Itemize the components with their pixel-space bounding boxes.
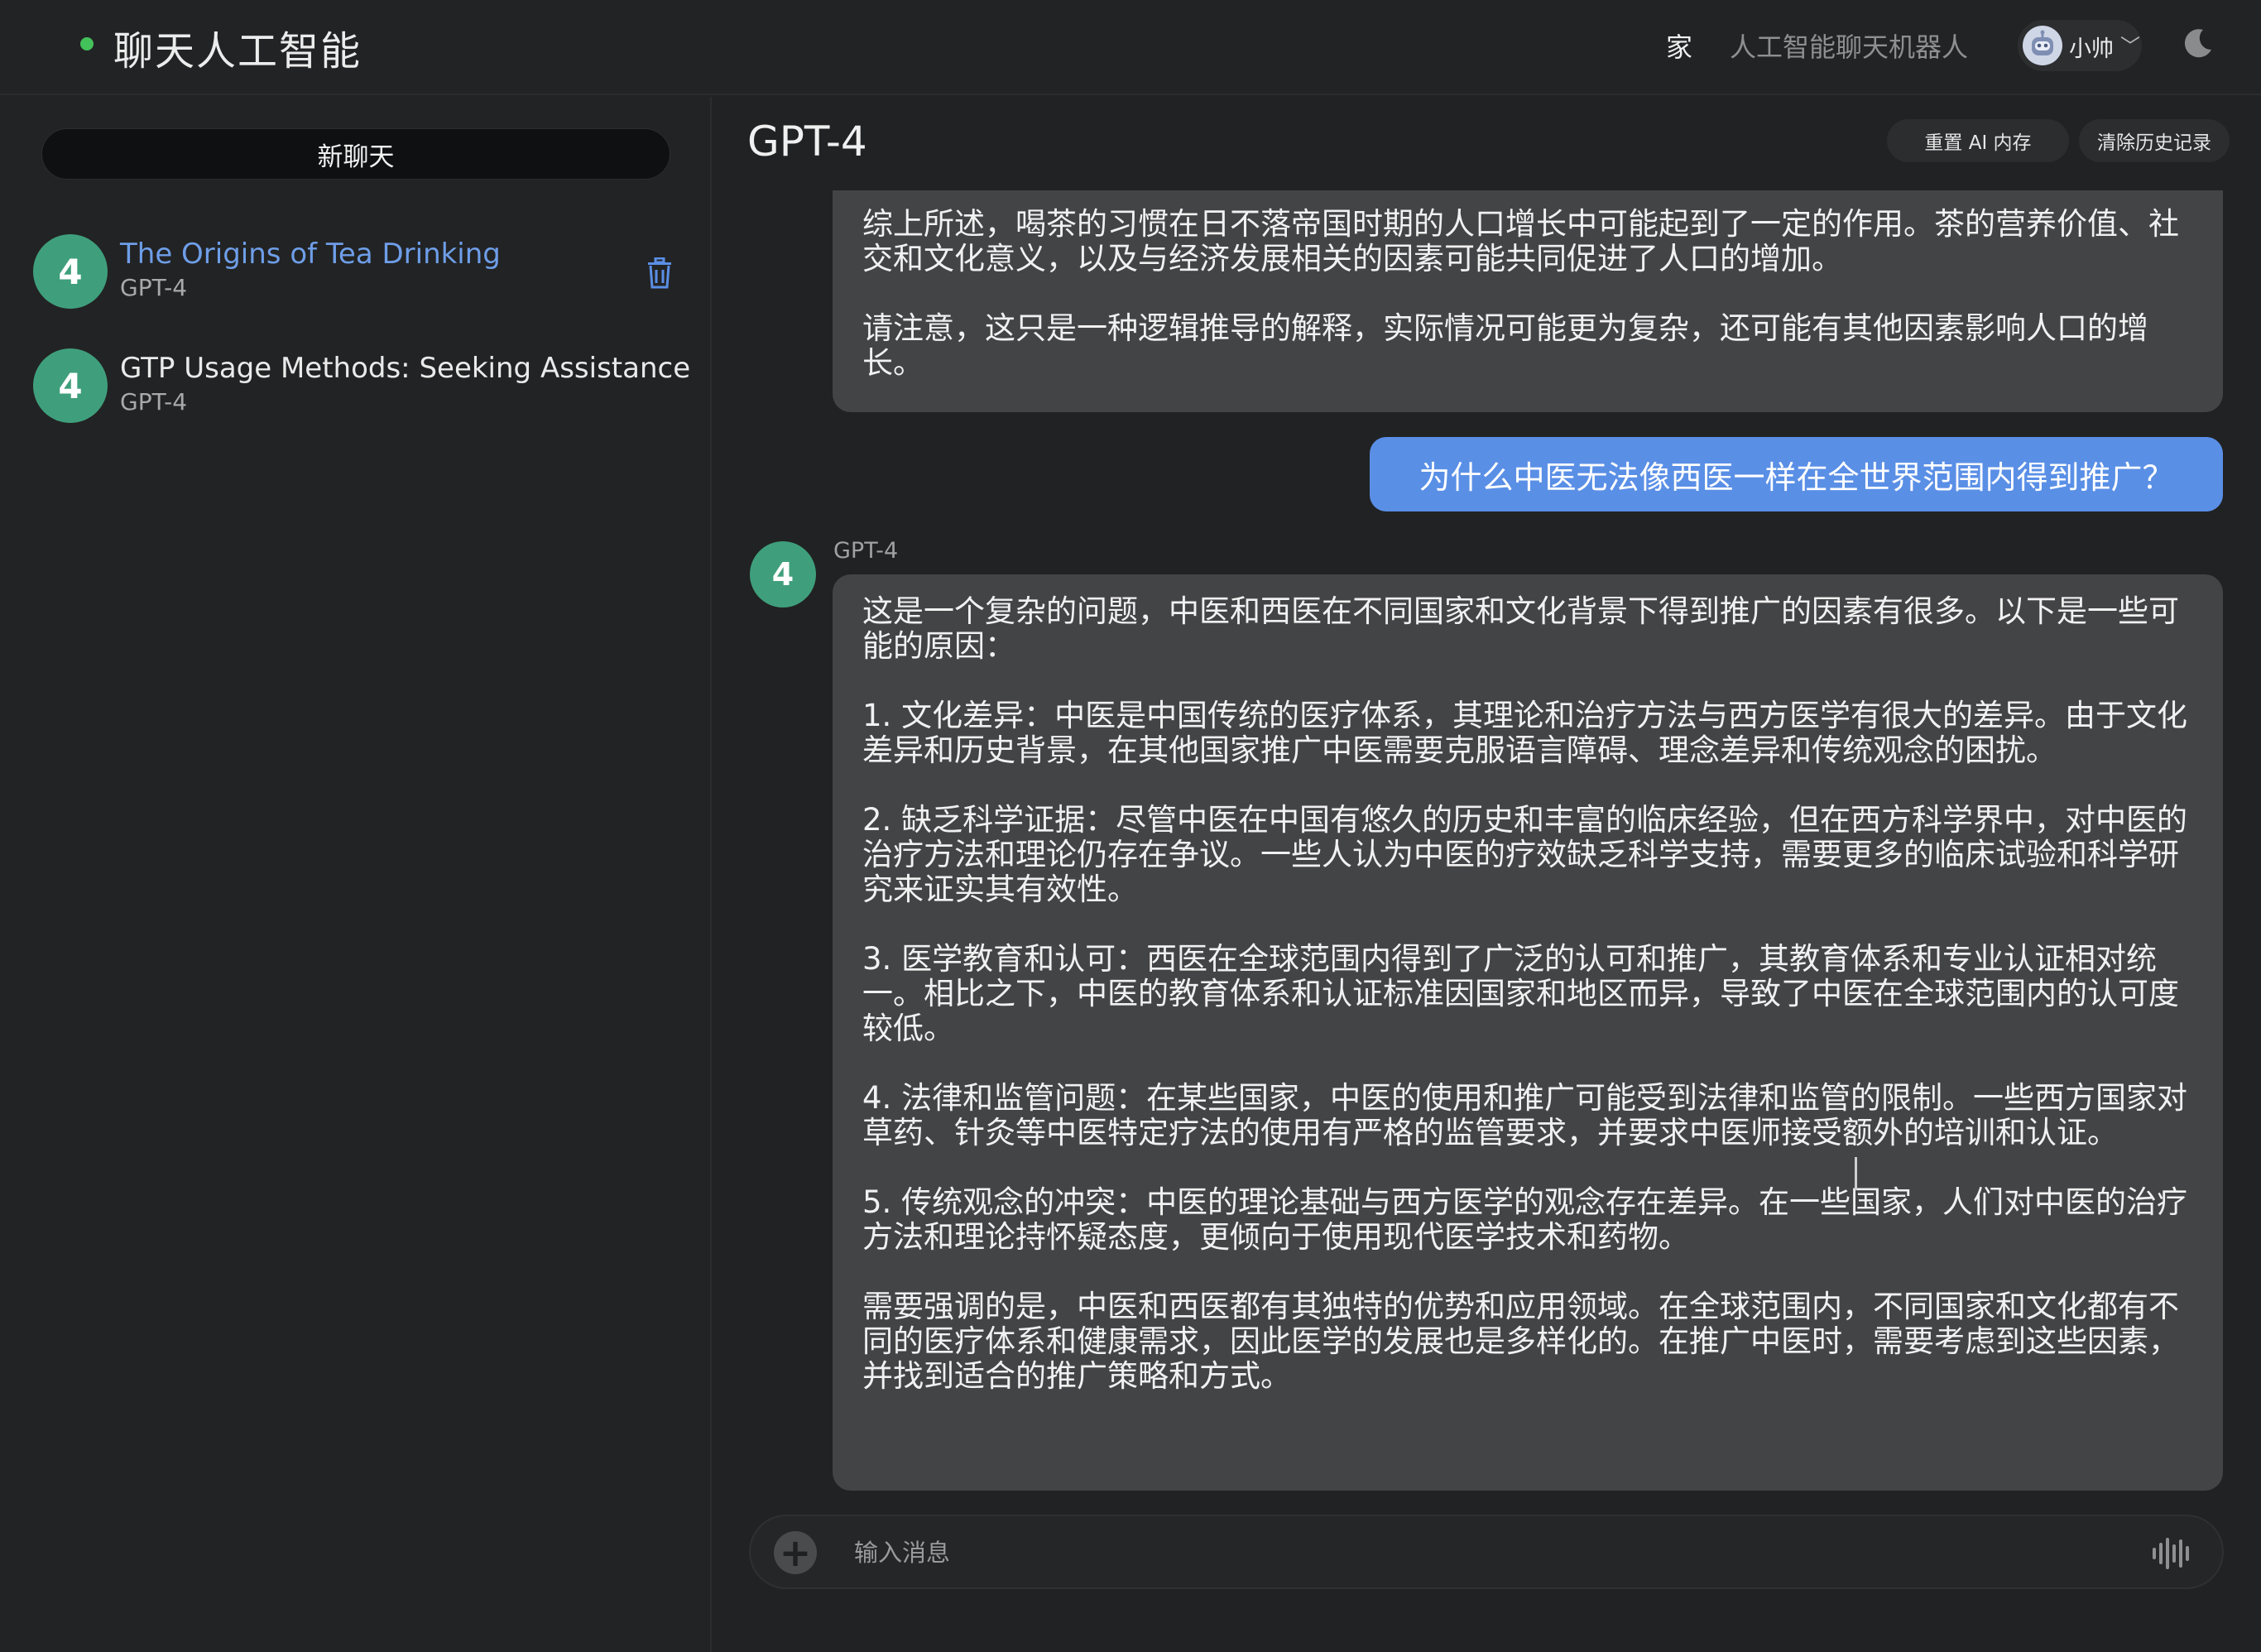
clear-history-button[interactable]: 清除历史记录: [2079, 119, 2230, 162]
model-badge: 4: [33, 348, 108, 423]
message-composer: +: [749, 1515, 2224, 1589]
conversation-title: GTP Usage Methods: Seeking Assistance: [120, 352, 691, 385]
chevron-down-icon: ﹀: [2120, 35, 2140, 58]
top-bar: 聊天人工智能 家 人工智能聊天机器人 小帅 ﹀: [0, 0, 2261, 95]
user-message-bubble: 为什么中医无法像西医一样在全世界范围内得到推广？: [1370, 437, 2223, 511]
bot-message-bubble: 综上所述，喝茶的习惯在日不落帝国时期的人口增长中可能起到了一定的作用。茶的营养价…: [833, 190, 2223, 412]
trash-icon[interactable]: [646, 257, 674, 289]
sidebar: 新聊天 4 The Origins of Tea Drinking GPT-4 …: [0, 97, 712, 1652]
conversation-item[interactable]: 4 GTP Usage Methods: Seeking Assistance …: [33, 345, 690, 425]
bot-message-bubble: 这是一个复杂的问题，中医和西医在不同国家和文化背景下得到推广的因素有很多。以下是…: [833, 574, 2223, 1491]
conversation-model: GPT-4: [120, 274, 188, 301]
chat-messages[interactable]: 综上所述，喝茶的习惯在日不落帝国时期的人口增长中可能起到了一定的作用。茶的营养价…: [742, 190, 2231, 1498]
nav-bot-link[interactable]: 人工智能聊天机器人: [1730, 26, 1968, 65]
new-chat-button[interactable]: 新聊天: [41, 128, 670, 180]
gpt-avatar: 4: [750, 541, 816, 607]
conversation-item[interactable]: 4 The Origins of Tea Drinking GPT-4: [33, 231, 679, 310]
conversation-title: The Origins of Tea Drinking: [120, 238, 501, 271]
plus-icon[interactable]: +: [774, 1531, 817, 1574]
chat-title: GPT-4: [747, 118, 867, 166]
conversation-model: GPT-4: [120, 388, 188, 415]
voice-waveform-icon[interactable]: [2151, 1534, 2196, 1573]
app-title: 聊天人工智能: [113, 28, 362, 74]
user-name: 小帅: [2069, 36, 2114, 62]
reset-memory-button[interactable]: 重置 AI 内存: [1887, 119, 2069, 162]
nav-home-link[interactable]: 家: [1666, 26, 1692, 65]
bot-label: GPT-4: [833, 538, 899, 564]
model-badge: 4: [33, 234, 108, 309]
moon-icon[interactable]: [2182, 26, 2215, 60]
robot-avatar-icon: [2023, 26, 2062, 65]
text-cursor: [1855, 1157, 1857, 1190]
user-menu-button[interactable]: 小帅 ﹀: [2018, 20, 2142, 71]
status-dot-icon: [80, 37, 94, 50]
message-input[interactable]: [854, 1531, 2054, 1574]
